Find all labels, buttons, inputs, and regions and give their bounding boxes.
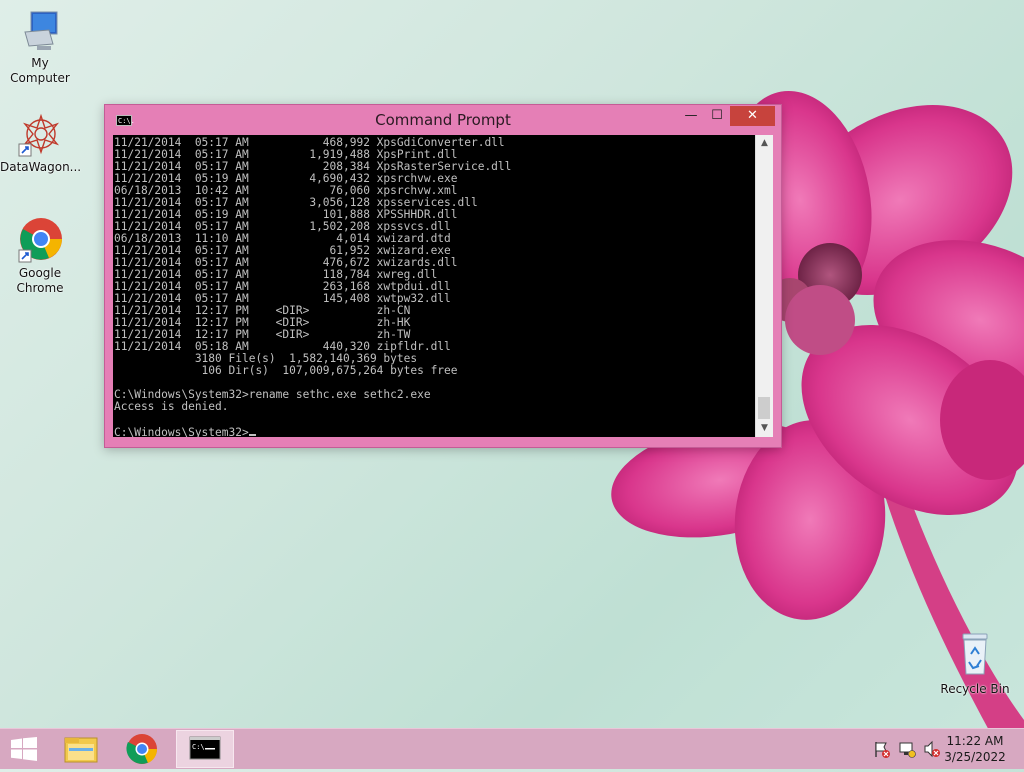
desktop-icon-datawagon[interactable]: DataWagon...: [0, 112, 82, 175]
console-line: Access is denied.: [114, 400, 229, 413]
console-text: 11/21/2014 05:17 AM 468,992 XpsGdiConver…: [113, 135, 755, 438]
datawagon-icon: [18, 113, 60, 157]
vertical-scrollbar[interactable]: ▲ ▼: [755, 135, 773, 437]
cmd-icon: C:\: [189, 736, 221, 760]
network-icon[interactable]: [897, 739, 917, 759]
desktop-icon-google-chrome[interactable]: Google Chrome: [0, 216, 80, 296]
close-button[interactable]: ✕: [730, 106, 775, 126]
console-line: 106 Dir(s) 107,009,675,264 bytes free: [201, 364, 458, 377]
clock-date: 3/25/2022: [944, 750, 1006, 764]
scroll-down-arrow-icon[interactable]: ▼: [756, 420, 773, 437]
desktop-icon-label: Recycle Bin: [940, 682, 1010, 696]
console-prompt: C:\Windows\System32>: [114, 426, 249, 438]
computer-icon: [24, 11, 58, 50]
scrollbar-thumb[interactable]: [758, 397, 770, 419]
folder-icon: [64, 737, 98, 763]
desktop-icon-label: My Computer: [10, 56, 70, 85]
taskbar: C:\ 11:22 AM 3/25/2022: [0, 728, 1024, 769]
recycle-bin-icon: [962, 633, 988, 675]
desktop-icon-label: DataWagon...: [0, 160, 82, 174]
text-cursor: [248, 425, 256, 436]
chrome-icon: [18, 218, 62, 263]
scroll-up-arrow-icon[interactable]: ▲: [756, 135, 773, 152]
command-prompt-window[interactable]: C:\. Command Prompt — ☐ ✕ 11/21/2014 05:…: [104, 104, 782, 448]
taskbar-item-chrome[interactable]: [113, 730, 171, 768]
system-clock[interactable]: 11:22 AM 3/25/2022: [930, 733, 1020, 765]
console-output[interactable]: 11/21/2014 05:17 AM 468,992 XpsGdiConver…: [113, 135, 755, 437]
action-center-flag-icon[interactable]: [872, 739, 892, 759]
svg-text:C:\: C:\: [192, 743, 205, 751]
minimize-button[interactable]: —: [678, 106, 704, 126]
maximize-button[interactable]: ☐: [704, 106, 730, 126]
taskbar-item-file-explorer[interactable]: [52, 730, 110, 768]
desktop-icon-recycle-bin[interactable]: Recycle Bin: [935, 630, 1015, 697]
desktop-icon-my-computer[interactable]: My Computer: [0, 10, 80, 86]
window-titlebar[interactable]: C:\. Command Prompt — ☐ ✕: [105, 105, 781, 135]
clock-time: 11:22 AM: [946, 734, 1004, 748]
start-button-windows-icon[interactable]: [10, 737, 38, 761]
taskbar-item-command-prompt[interactable]: C:\: [176, 730, 234, 768]
chrome-icon: [126, 734, 158, 764]
desktop-icon-label: Google Chrome: [16, 266, 64, 295]
